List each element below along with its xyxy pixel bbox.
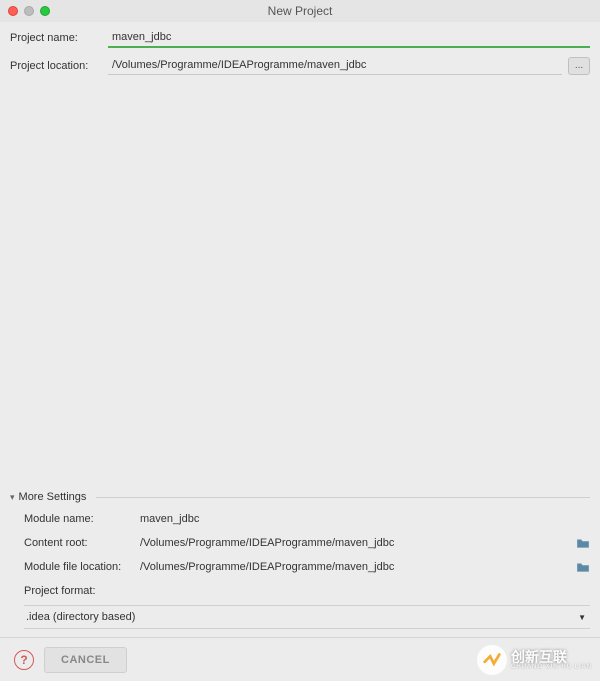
project-form: Project name: Project location: ... [0, 22, 600, 75]
content-root-label: Content root: [24, 537, 132, 549]
project-name-input[interactable] [108, 28, 590, 46]
watermark-title: 创新互联 [511, 650, 592, 664]
project-name-label: Project name: [10, 32, 102, 44]
more-settings-section: ▾ More Settings Module name: maven_jdbc … [10, 491, 590, 629]
module-file-location-label: Module file location: [24, 561, 132, 573]
project-location-label: Project location: [10, 60, 102, 72]
watermark-subtitle: CHUANG XIN HU LIAN [511, 664, 592, 670]
folder-icon[interactable] [576, 537, 590, 549]
project-format-select[interactable]: .idea (directory based) ▼ [24, 605, 590, 629]
watermark: 创新互联 CHUANG XIN HU LIAN [477, 645, 592, 675]
folder-icon[interactable] [576, 561, 590, 573]
watermark-logo-icon [477, 645, 507, 675]
window-title: New Project [0, 4, 600, 18]
divider [96, 497, 590, 498]
help-button[interactable]: ? [14, 650, 34, 670]
module-name-label: Module name: [24, 513, 132, 525]
project-format-label: Project format: [24, 585, 132, 597]
module-file-location-input[interactable]: /Volumes/Programme/IDEAProgramme/maven_j… [138, 558, 570, 576]
chevron-down-icon: ▾ [10, 492, 15, 503]
browse-location-button[interactable]: ... [568, 57, 590, 75]
more-settings-toggle[interactable]: ▾ More Settings [10, 491, 590, 503]
module-name-input[interactable]: maven_jdbc [138, 510, 590, 528]
more-settings-title: More Settings [19, 491, 87, 503]
cancel-button[interactable]: CANCEL [44, 647, 127, 673]
content-root-input[interactable]: /Volumes/Programme/IDEAProgramme/maven_j… [138, 534, 570, 552]
chevron-down-icon: ▼ [578, 613, 590, 622]
titlebar: New Project [0, 0, 600, 22]
project-location-input[interactable] [108, 56, 562, 74]
project-format-value: .idea (directory based) [24, 608, 572, 626]
